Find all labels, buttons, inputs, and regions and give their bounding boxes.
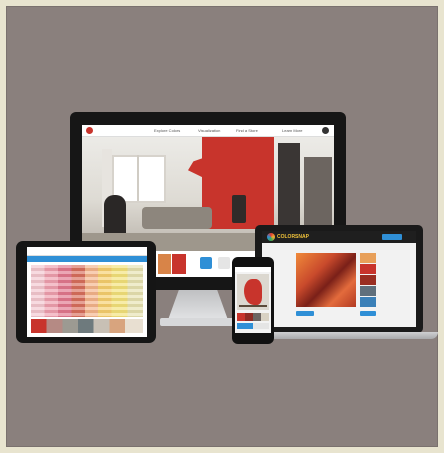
phone-swatches bbox=[237, 313, 269, 321]
brush-tool-icon[interactable] bbox=[218, 257, 230, 269]
laptop-action-button-2[interactable] bbox=[360, 311, 376, 316]
color-chip-grid-shade bbox=[31, 265, 143, 317]
image-frame: Explore Colors Visualization Find a Stor… bbox=[0, 0, 444, 453]
extracted-swatch[interactable] bbox=[360, 286, 376, 296]
menu-icon[interactable] bbox=[322, 127, 329, 134]
swatch-red[interactable] bbox=[172, 254, 186, 274]
tablet-header bbox=[27, 247, 147, 256]
swatch-orange[interactable] bbox=[158, 254, 171, 274]
monitor-nav-bar: Explore Colors Visualization Find a Stor… bbox=[82, 125, 334, 137]
monitor-stand-base bbox=[160, 318, 236, 326]
doorway-shape bbox=[278, 143, 300, 229]
canyon-photo bbox=[296, 253, 356, 307]
phone-swatches-2 bbox=[237, 323, 269, 329]
extracted-swatch[interactable] bbox=[360, 264, 376, 274]
laptop-screen: COLORSNAP bbox=[262, 231, 416, 327]
sofa-shape bbox=[142, 207, 212, 229]
nav-item-explore[interactable]: Explore Colors bbox=[154, 128, 196, 133]
colorsnap-logo-icon bbox=[267, 233, 275, 241]
paint-tool-icon[interactable] bbox=[200, 257, 212, 269]
tablet-tab-bar bbox=[27, 256, 147, 262]
laptop-action-button[interactable] bbox=[296, 311, 314, 316]
tablet-screen bbox=[27, 247, 147, 337]
phone-screen bbox=[235, 267, 271, 333]
window-mullion bbox=[137, 155, 139, 201]
nav-item-learn-more[interactable]: Learn More bbox=[282, 128, 316, 133]
laptop-header-button[interactable] bbox=[382, 234, 402, 240]
lamp-shape bbox=[232, 195, 246, 223]
nav-item-find-store[interactable]: Find a Store bbox=[236, 128, 270, 133]
selected-color-row bbox=[31, 319, 143, 333]
phone-header bbox=[235, 267, 271, 272]
bird-shape bbox=[244, 279, 262, 305]
extracted-swatch[interactable] bbox=[360, 297, 376, 307]
logo-icon bbox=[86, 127, 93, 134]
branch-shape bbox=[239, 305, 267, 307]
shelf-shape bbox=[304, 157, 332, 227]
armchair-shape bbox=[104, 195, 126, 237]
laptop-logo-text: COLORSNAP bbox=[277, 234, 309, 240]
nav-item-visualization[interactable]: Visualization bbox=[198, 128, 234, 133]
extracted-swatch[interactable] bbox=[360, 253, 376, 263]
red-wall-corner bbox=[188, 157, 206, 179]
extracted-swatches bbox=[360, 253, 376, 307]
extracted-swatch[interactable] bbox=[360, 275, 376, 285]
